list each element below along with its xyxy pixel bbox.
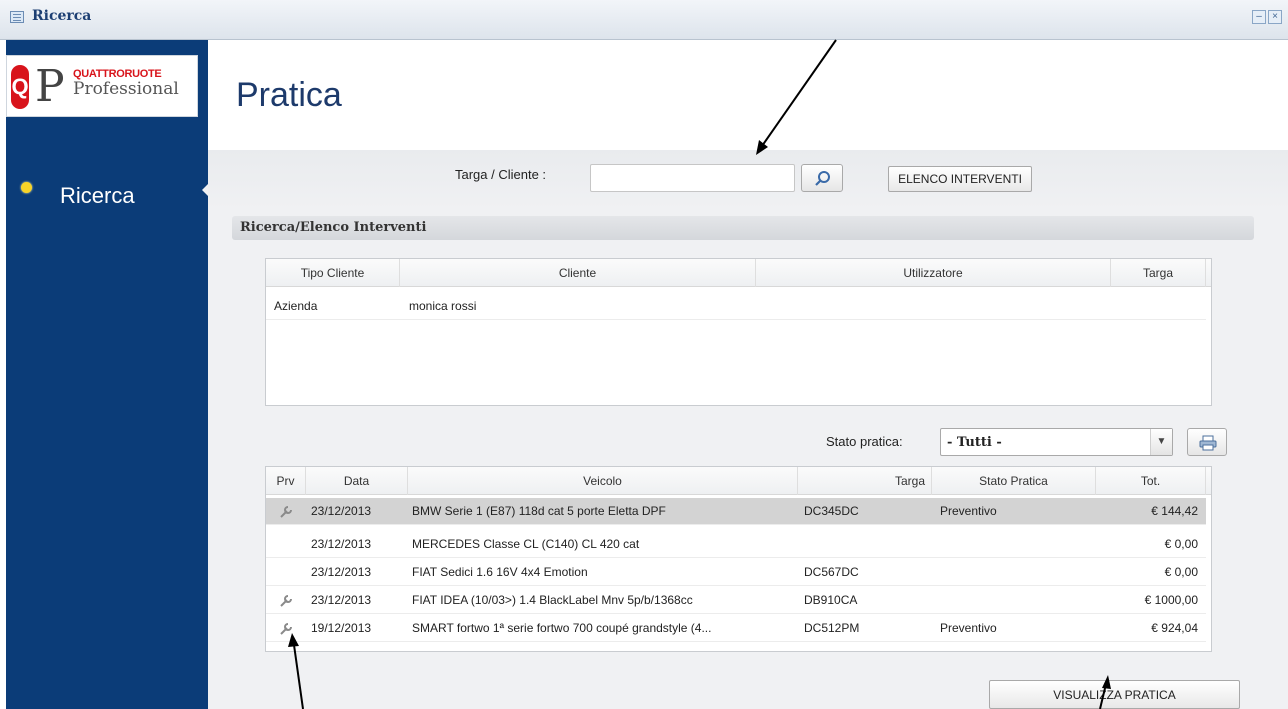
cell-targa: DC512PM <box>804 621 860 635</box>
cell-data: 23/12/2013 <box>311 565 372 579</box>
column-header-utilizzatore[interactable]: Utilizzatore <box>756 259 1111 287</box>
cell-veicolo: MERCEDES Classe CL (C140) CL 420 cat <box>412 537 640 551</box>
cell-data: 23/12/2013 <box>311 593 372 607</box>
cell-stato-pratica <box>940 587 1090 614</box>
column-header-prv[interactable]: Prv <box>266 467 306 495</box>
cell-stato-pratica <box>940 531 1090 558</box>
logo-p: P <box>35 61 65 112</box>
logo-subtitle: Professional <box>73 79 179 99</box>
column-header-tot[interactable]: Tot. <box>1096 467 1206 495</box>
cell-veicolo: BMW Serie 1 (E87) 118d cat 5 porte Elett… <box>412 504 666 518</box>
cell-data: 23/12/2013 <box>311 537 372 551</box>
cell-tot: € 0,00 <box>1164 537 1198 551</box>
table-row[interactable]: 23/12/2013 MERCEDES Classe CL (C140) CL … <box>266 531 1206 558</box>
cell-targa <box>1121 293 1201 320</box>
page-title: Pratica <box>236 76 342 114</box>
minimize-icon[interactable]: – <box>1252 10 1266 24</box>
cell-tot: € 0,00 <box>1164 565 1198 579</box>
table-row[interactable]: 23/12/2013 BMW Serie 1 (E87) 118d cat 5 … <box>266 498 1206 525</box>
cell-tot: € 924,04 <box>1151 621 1198 635</box>
cell-data: 23/12/2013 <box>311 504 372 518</box>
chevron-down-icon[interactable]: ▼ <box>1150 429 1172 455</box>
sidebar <box>6 40 208 709</box>
practices-table: Prv Data Veicolo Targa Stato Pratica Tot… <box>265 466 1212 652</box>
cell-targa <box>804 531 924 558</box>
cell-cliente: monica rossi <box>409 299 477 313</box>
column-header-targa[interactable]: Targa <box>798 467 932 495</box>
window-title: Ricerca <box>32 8 92 24</box>
cell-targa: DB910CA <box>804 593 858 607</box>
search-label: Targa / Cliente : <box>455 167 547 182</box>
column-header-veicolo[interactable]: Veicolo <box>408 467 798 495</box>
column-header-tipo-cliente[interactable]: Tipo Cliente <box>266 259 400 287</box>
visualizza-pratica-button[interactable]: VISUALIZZA PRATICA <box>989 680 1240 709</box>
cell-data: 19/12/2013 <box>311 621 372 635</box>
cell-stato-pratica: Preventivo <box>940 621 997 635</box>
close-icon[interactable]: × <box>1268 10 1282 24</box>
table-header: Prv Data Veicolo Targa Stato Pratica Tot… <box>266 467 1211 495</box>
stato-pratica-label: Stato pratica: <box>826 434 903 449</box>
sidebar-item-label: Ricerca <box>60 183 135 208</box>
cell-veicolo: FIAT Sedici 1.6 16V 4x4 Emotion <box>412 565 588 579</box>
active-dot-icon <box>21 182 32 193</box>
window-titlebar: Ricerca – × <box>0 0 1288 40</box>
window-icon <box>10 11 24 23</box>
clients-table: Tipo Cliente Cliente Utilizzatore Targa … <box>265 258 1212 406</box>
stato-pratica-select[interactable]: - Tutti - ▼ <box>940 428 1173 456</box>
wrench-icon[interactable] <box>279 505 293 519</box>
wrench-icon[interactable] <box>279 594 293 608</box>
table-row[interactable]: 23/12/2013 FIAT IDEA (10/03>) 1.4 BlackL… <box>266 587 1206 614</box>
section-title: Ricerca/Elenco Interventi <box>240 220 427 235</box>
stato-pratica-value: - Tutti - <box>947 435 1002 450</box>
page-header <box>208 40 1288 150</box>
column-header-data[interactable]: Data <box>306 467 408 495</box>
cell-tot: € 1000,00 <box>1144 593 1198 607</box>
search-icon <box>815 171 830 186</box>
search-button[interactable] <box>801 164 843 192</box>
cell-utilizzatore <box>766 293 1106 320</box>
column-header-targa[interactable]: Targa <box>1111 259 1206 287</box>
cell-veicolo: SMART fortwo 1ª serie fortwo 700 coupé g… <box>412 621 712 635</box>
cell-stato-pratica: Preventivo <box>940 504 997 518</box>
cell-tipo-cliente: Azienda <box>274 299 318 313</box>
table-row[interactable]: 19/12/2013 SMART fortwo 1ª serie fortwo … <box>266 615 1206 642</box>
column-header-cliente[interactable]: Cliente <box>400 259 756 287</box>
table-row[interactable]: 23/12/2013 FIAT Sedici 1.6 16V 4x4 Emoti… <box>266 559 1206 586</box>
print-button[interactable] <box>1187 428 1227 456</box>
cell-stato-pratica <box>940 559 1090 586</box>
table-header: Tipo Cliente Cliente Utilizzatore Targa <box>266 259 1211 287</box>
cell-targa: DC567DC <box>804 565 859 579</box>
cell-veicolo: FIAT IDEA (10/03>) 1.4 BlackLabel Mnv 5p… <box>412 593 693 607</box>
column-header-stato-pratica[interactable]: Stato Pratica <box>932 467 1096 495</box>
cell-targa: DC345DC <box>804 504 859 518</box>
sidebar-item-ricerca[interactable]: Ricerca <box>6 145 214 233</box>
elenco-interventi-button[interactable]: ELENCO INTERVENTI <box>888 166 1032 192</box>
printer-icon <box>1199 435 1217 451</box>
search-input[interactable] <box>590 164 795 192</box>
cell-tot: € 144,42 <box>1151 504 1198 518</box>
wrench-icon[interactable] <box>279 622 293 636</box>
table-row[interactable]: Azienda monica rossi <box>266 293 1206 320</box>
app-logo: Q P QUATTRORUOTE Professional <box>6 55 198 117</box>
logo-q: Q <box>11 65 29 109</box>
